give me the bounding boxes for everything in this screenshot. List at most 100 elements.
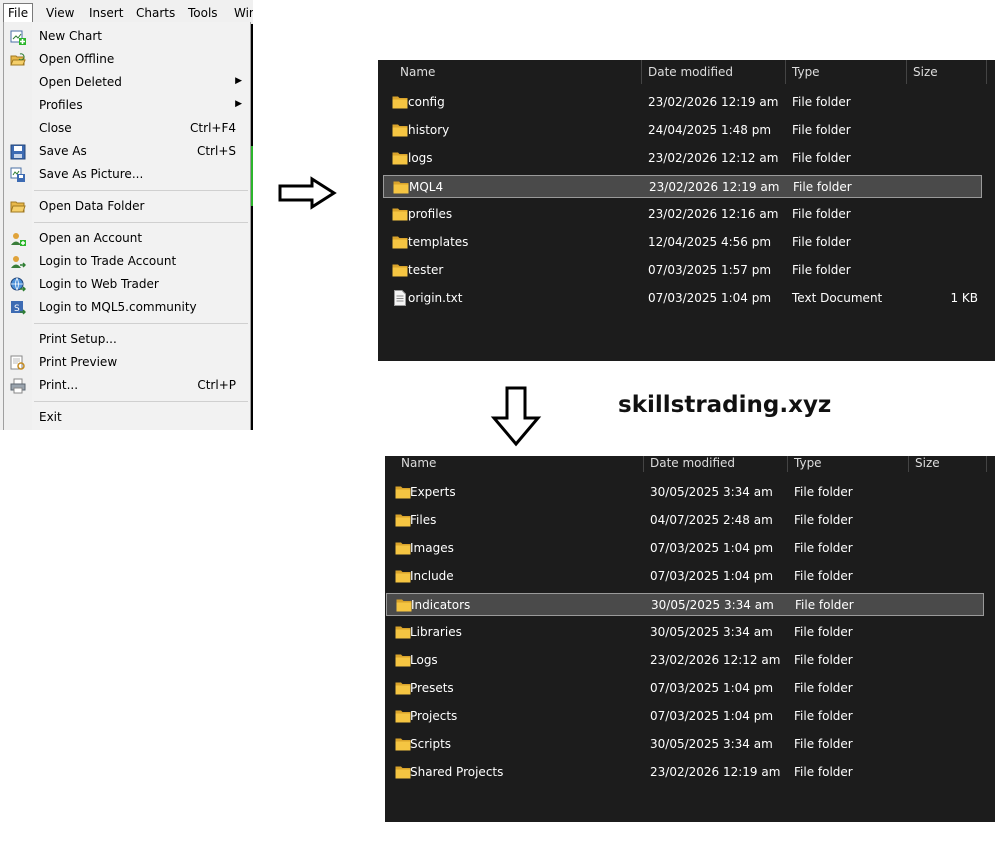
file-row[interactable]: Files 04/07/2025 2:48 am File folder	[386, 509, 984, 532]
file-row[interactable]: Scripts 30/05/2025 3:34 am File folder	[386, 733, 984, 756]
folder-icon	[392, 208, 408, 221]
menu-item-open-deleted[interactable]: Open Deleted ▶	[4, 71, 250, 94]
menu-item-login-web-trader[interactable]: Login to Web Trader	[4, 273, 250, 296]
folder-icon	[395, 486, 411, 499]
watermark-site-text: skillstrading.xyz	[618, 392, 832, 418]
column-date[interactable]: Date modified	[650, 456, 735, 470]
new-chart-icon	[10, 30, 26, 45]
file-name: origin.txt	[408, 291, 463, 305]
file-row[interactable]: Presets 07/03/2025 1:04 pm File folder	[386, 677, 984, 700]
file-row[interactable]: tester 07/03/2025 1:57 pm File folder	[383, 259, 982, 282]
menu-item-login-mql5-community[interactable]: S Login to MQL5.community	[4, 296, 250, 319]
menu-item-save-as[interactable]: Save As Ctrl+S	[4, 140, 250, 163]
menu-item-new-chart[interactable]: New Chart	[4, 25, 250, 48]
column-divider[interactable]	[787, 456, 788, 472]
file-date-modified: 23/02/2026 12:19 am	[648, 95, 779, 109]
file-name: Presets	[410, 681, 454, 695]
column-size[interactable]: Size	[915, 456, 940, 470]
menu-item-open-data-folder[interactable]: Open Data Folder	[4, 195, 250, 218]
menu-window-item[interactable]: Win	[230, 4, 253, 22]
file-type: File folder	[794, 513, 853, 527]
column-divider[interactable]	[643, 456, 644, 472]
file-date-modified: 23/02/2026 12:19 am	[650, 765, 781, 779]
menu-item-open-account[interactable]: Open an Account	[4, 227, 250, 250]
save-icon	[10, 144, 26, 160]
menu-item-open-offline[interactable]: Open Offline	[4, 48, 250, 71]
column-name[interactable]: Name	[400, 65, 435, 79]
file-type: File folder	[794, 709, 853, 723]
folder-icon	[392, 264, 408, 277]
menu-tools[interactable]: Tools	[184, 4, 222, 22]
folder-icon	[392, 236, 408, 249]
menu-item-save-as-picture[interactable]: Save As Picture...	[4, 163, 250, 186]
column-divider[interactable]	[641, 60, 642, 84]
menu-separator	[34, 190, 248, 191]
column-date[interactable]: Date modified	[648, 65, 733, 79]
menu-item-exit[interactable]: Exit	[4, 406, 250, 429]
menu-item-print[interactable]: Print... Ctrl+P	[4, 374, 250, 397]
file-type: File folder	[794, 765, 853, 779]
file-row[interactable]: origin.txt 07/03/2025 1:04 pm Text Documen…	[383, 287, 982, 310]
file-row[interactable]: Indicators 30/05/2025 3:34 am File folder	[386, 593, 984, 616]
file-row[interactable]: MQL4 23/02/2026 12:19 am File folder	[383, 175, 982, 198]
file-date-modified: 12/04/2025 4:56 pm	[648, 235, 772, 249]
menu-charts[interactable]: Charts	[132, 4, 179, 22]
save-picture-icon	[10, 167, 25, 182]
file-row[interactable]: templates 12/04/2025 4:56 pm File folder	[383, 231, 982, 254]
file-size: 1 KB	[950, 291, 978, 305]
column-name[interactable]: Name	[401, 456, 436, 470]
file-type: File folder	[793, 180, 852, 194]
column-size[interactable]: Size	[913, 65, 938, 79]
folder-icon	[395, 542, 411, 555]
add-account-icon	[11, 233, 26, 246]
file-row[interactable]: Libraries 30/05/2025 3:34 am File folder	[386, 621, 984, 644]
file-row[interactable]: Images 07/03/2025 1:04 pm File folder	[386, 537, 984, 560]
menu-insert[interactable]: Insert	[85, 4, 127, 22]
file-row[interactable]: Projects 07/03/2025 1:04 pm File folder	[386, 705, 984, 728]
file-type: File folder	[795, 598, 854, 612]
web-trader-icon	[10, 277, 26, 292]
folder-icon	[393, 181, 409, 194]
file-row[interactable]: Logs 23/02/2026 12:12 am File folder	[386, 649, 984, 672]
file-date-modified: 07/03/2025 1:04 pm	[650, 569, 774, 583]
file-date-modified: 07/03/2025 1:04 pm	[648, 291, 772, 305]
file-date-modified: 30/05/2025 3:34 am	[651, 598, 774, 612]
file-row[interactable]: Include 07/03/2025 1:04 pm File folder	[386, 565, 984, 588]
file-row[interactable]: config 23/02/2026 12:19 am File folder	[383, 91, 982, 114]
menu-item-close[interactable]: Close Ctrl+F4	[4, 117, 250, 140]
folder-icon	[392, 96, 408, 109]
menu-item-print-preview[interactable]: Print Preview	[4, 351, 250, 374]
file-row[interactable]: history 24/04/2025 1:48 pm File folder	[383, 119, 982, 142]
column-divider[interactable]	[785, 60, 786, 84]
text-file-icon	[394, 290, 406, 306]
file-name: templates	[408, 235, 469, 249]
file-row[interactable]: Experts 30/05/2025 3:34 am File folder	[386, 481, 984, 504]
column-divider[interactable]	[906, 60, 907, 84]
folder-icon	[395, 514, 411, 527]
column-type[interactable]: Type	[792, 65, 820, 79]
file-date-modified: 24/04/2025 1:48 pm	[648, 123, 772, 137]
column-divider[interactable]	[908, 456, 909, 472]
menu-item-profiles[interactable]: Profiles ▶	[4, 94, 250, 117]
menu-separator	[34, 222, 248, 223]
file-type: File folder	[794, 737, 853, 751]
file-type: File folder	[794, 541, 853, 555]
folder-icon	[392, 124, 408, 137]
file-row[interactable]: logs 23/02/2026 12:12 am File folder	[383, 147, 982, 170]
column-header: Name Date modified Type Size	[385, 456, 995, 472]
menu-bar: File View Insert Charts Tools Win	[0, 0, 253, 24]
file-name: Files	[410, 513, 437, 527]
file-date-modified: 04/07/2025 2:48 am	[650, 513, 773, 527]
file-row[interactable]: Shared Projects 23/02/2026 12:19 am File f…	[386, 761, 984, 784]
column-type[interactable]: Type	[794, 456, 822, 470]
file-row[interactable]: profiles 23/02/2026 12:16 am File folder	[383, 203, 982, 226]
svg-text:S: S	[14, 304, 20, 314]
menu-view[interactable]: View	[42, 4, 78, 22]
menu-file[interactable]: File	[3, 3, 34, 23]
column-divider[interactable]	[986, 456, 987, 472]
menu-item-login-trade-account[interactable]: Login to Trade Account	[4, 250, 250, 273]
column-divider[interactable]	[986, 60, 987, 84]
file-type: File folder	[794, 569, 853, 583]
menu-item-print-setup[interactable]: Print Setup...	[4, 328, 250, 351]
open-offline-icon	[10, 53, 26, 66]
